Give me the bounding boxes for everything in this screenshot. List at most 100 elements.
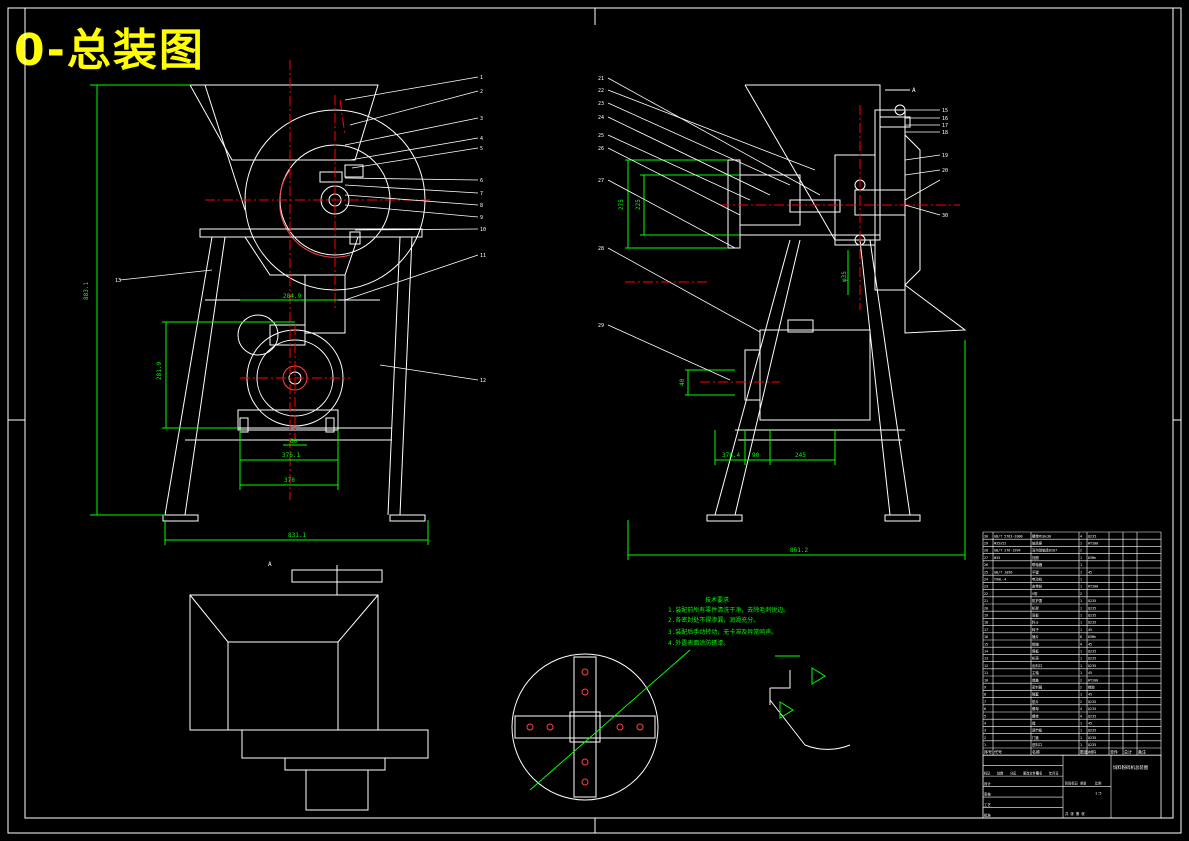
parts-cell: 12 xyxy=(984,664,988,668)
pn-22: 22 xyxy=(598,88,604,94)
parts-cell: 15 xyxy=(984,642,988,646)
view-a-label: A xyxy=(912,87,916,94)
parts-cell: 45 xyxy=(1088,671,1092,675)
parts-cell: 底板 xyxy=(1032,613,1039,618)
pn-24: 24 xyxy=(598,115,604,121)
dim-side-base-b: 90 xyxy=(752,452,760,459)
parts-cell: 机架 xyxy=(1032,605,1039,610)
parts-cell: 25 xyxy=(984,570,988,574)
parts-cell: 挡圈 xyxy=(1032,555,1039,560)
title-footer-right: 阶段标记 xyxy=(1065,781,1079,786)
title-role: 工艺 xyxy=(984,802,991,807)
pn-2: 2 xyxy=(480,89,483,95)
parts-cell: 1 xyxy=(1080,743,1082,747)
parts-cell: GB/T 276-1994 xyxy=(994,549,1021,553)
title-footer-left: 签名 xyxy=(1036,771,1042,776)
parts-cell: 2 xyxy=(1080,700,1082,704)
pn-25: 25 xyxy=(598,133,604,139)
pn-20: 20 xyxy=(942,168,948,174)
parts-cell: 锤片 xyxy=(1032,634,1039,639)
parts-cell: 深沟球轴承6207 xyxy=(1032,548,1057,553)
parts-cell: 2 xyxy=(1080,678,1082,682)
parts-cell: Q235 xyxy=(1088,700,1096,704)
parts-cell: 9 xyxy=(984,686,986,690)
parts-cell: 1 xyxy=(1080,729,1082,733)
side-dim-text: 861.2 275 225 376.4 90 245 40 φ35 xyxy=(618,199,848,554)
drawing-canvas: 883.1 831.1 281.9 284.9 376.1 370 60 1 2… xyxy=(7,7,1182,834)
dim-base-span: 370 xyxy=(284,477,295,484)
parts-cell: 门盖 xyxy=(1032,735,1039,740)
title-footer-left: 标记 xyxy=(984,771,991,776)
parts-cell: 出料口 xyxy=(1032,663,1042,668)
parts-cell: Q235 xyxy=(1088,534,1096,538)
dim-side-base-a: 376.4 xyxy=(722,452,740,459)
pn-3: 3 xyxy=(480,116,483,122)
parts-cell: Q235 xyxy=(1088,707,1096,711)
parts-cell: 销轴 xyxy=(1032,641,1039,646)
parts-cell: 1 xyxy=(1080,585,1082,589)
parts-cell: 1 xyxy=(1080,614,1082,618)
view-a2-label: A xyxy=(268,561,272,568)
parts-cell: 2 xyxy=(984,736,986,740)
pn-1: 1 xyxy=(480,75,483,81)
parts-header-cell: 数量 xyxy=(1080,748,1088,754)
parts-cell: 1 xyxy=(984,743,986,747)
pn-30: 30 xyxy=(942,213,948,219)
rotor-detail xyxy=(511,649,691,801)
pn-11: 11 xyxy=(480,253,486,259)
dim-side-height-b: 225 xyxy=(635,199,642,210)
side-part-numbers-left: 21 22 23 24 25 26 27 28 29 xyxy=(598,76,604,329)
parts-cell: 1 xyxy=(1080,621,1082,625)
title-footer-left: 分区 xyxy=(1010,771,1017,776)
tech-notes-heading: 技术要求 xyxy=(705,596,729,604)
pn-23: 23 xyxy=(598,101,604,107)
parts-cell: 29 xyxy=(984,542,988,546)
parts-cell: 1 xyxy=(1080,606,1082,610)
parts-cell: 23 xyxy=(984,585,988,589)
parts-cell: Q235 xyxy=(1088,657,1096,661)
parts-header-cell: 备注 xyxy=(1138,748,1146,754)
parts-cell: 密封圈 xyxy=(1032,685,1043,690)
parts-cell: 1 xyxy=(1080,578,1082,582)
parts-cell: 键 xyxy=(1032,721,1036,726)
parts-cell: 65Mn xyxy=(1088,556,1096,560)
dim-overall-height: 883.1 xyxy=(83,282,90,300)
parts-cell: 1 xyxy=(1080,556,1082,560)
parts-cell: 螺栓M10x30 xyxy=(1032,533,1051,538)
parts-cell: 主轴 xyxy=(1032,670,1039,675)
parts-cell: 1 xyxy=(1080,570,1082,574)
dim-side-width: 861.2 xyxy=(790,547,808,554)
parts-cell: 10 xyxy=(984,678,988,682)
parts-cell: 1 xyxy=(1080,599,1082,603)
side-view xyxy=(706,84,967,522)
dim-top-width: 284.9 xyxy=(283,293,301,300)
parts-cell: 2 xyxy=(1080,549,1082,553)
tech-note-4: 4.外露表面涂防锈漆。 xyxy=(668,639,729,647)
side-dimensions xyxy=(625,159,966,560)
parts-cell: 1 xyxy=(1080,542,1082,546)
parts-cell: 28 xyxy=(984,549,988,553)
parts-cell: 隔套 xyxy=(1032,692,1039,697)
parts-cell: 螺栓 xyxy=(1032,713,1039,718)
title-role: 批准 xyxy=(984,813,991,818)
pn-5: 5 xyxy=(480,146,483,152)
parts-cell: 11 xyxy=(984,671,988,675)
tech-note-2: 2.各密封处不得渗漏，润滑充分。 xyxy=(668,616,759,624)
pn-4: 4 xyxy=(480,136,483,142)
parts-cell: 22 xyxy=(984,592,988,596)
parts-cell: 调节板 xyxy=(1032,728,1043,733)
parts-cell: 联轴器 xyxy=(1032,562,1043,567)
parts-cell: Y90L-4 xyxy=(994,578,1006,582)
parts-cell: 轴承座 xyxy=(1032,541,1043,546)
parts-cell: 转子 xyxy=(1032,627,1039,632)
dim-side-shaft: φ35 xyxy=(841,271,848,282)
parts-cell: 1 xyxy=(1080,671,1082,675)
pn-12: 12 xyxy=(480,378,486,384)
drawing-frame xyxy=(7,7,1182,834)
parts-cell: 21 xyxy=(984,599,988,603)
parts-cell: 18 xyxy=(984,621,988,625)
parts-cell: 65Mn xyxy=(1088,635,1096,639)
top-view xyxy=(189,565,429,811)
parts-cell: 防护罩 xyxy=(1032,598,1043,603)
pn-21: 21 xyxy=(598,76,604,82)
